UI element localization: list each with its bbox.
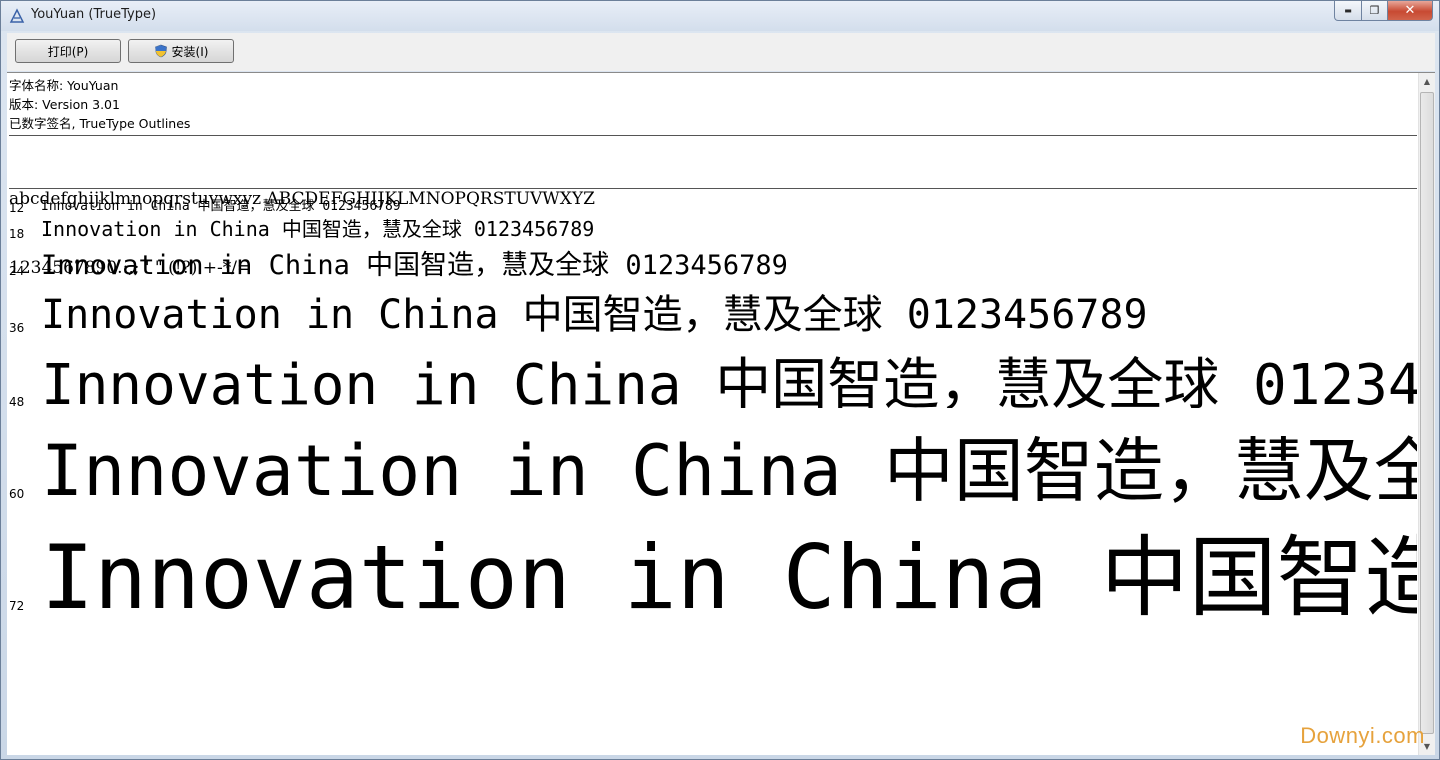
sample-row-18: 18 Innovation in China 中国智造，慧及全球 0123456… <box>7 212 1417 244</box>
size-label: 72 <box>9 599 25 613</box>
size-label: 60 <box>9 487 25 501</box>
sample-row-48: 48 Innovation in China 中国智造，慧及全球 0123456… <box>7 336 1417 408</box>
caption-buttons: ▬ ❐ ✕ <box>1334 1 1433 21</box>
font-file-icon <box>9 8 25 23</box>
sample-text: Innovation in China 中国智造，慧及全球 0123456789 <box>41 353 1417 408</box>
minimize-icon: ▬ <box>1344 6 1352 15</box>
scroll-thumb[interactable] <box>1420 92 1434 734</box>
watermark-logo: Downyi.com <box>1300 723 1425 748</box>
window-title: YouYuan (TrueType) <box>31 7 157 22</box>
sample-text: Innovation in China 中国智造，慧及全球 0123456789 <box>41 526 1417 617</box>
font-signature-line: 已数字签名, TrueType Outlines <box>9 116 191 131</box>
font-preview-area[interactable]: 字体名称: YouYuan 版本: Version 3.01 已数字签名, Tr… <box>7 72 1435 755</box>
font-info: 字体名称: YouYuan 版本: Version 3.01 已数字签名, Tr… <box>9 76 190 133</box>
sample-row-72: 72 Innovation in China 中国智造，慧及全球 0123456… <box>7 505 1417 617</box>
vertical-scrollbar[interactable]: ▲ ▼ <box>1418 73 1435 755</box>
size-label: 18 <box>9 227 25 241</box>
divider-bottom <box>9 188 1417 189</box>
sample-row-24: 24 Innovation in China 中国智造，慧及全球 0123456… <box>7 241 1417 281</box>
sample-text: Innovation in China 中国智造，慧及全球 0123456789 <box>41 217 595 241</box>
print-button[interactable]: 打印(P) <box>15 39 121 63</box>
size-label: 24 <box>9 264 25 278</box>
size-label: 48 <box>9 395 25 408</box>
close-icon: ✕ <box>1404 3 1416 18</box>
maximize-icon: ❐ <box>1369 4 1380 17</box>
font-name-line: 字体名称: YouYuan <box>9 78 119 93</box>
sample-text: Innovation in China 中国智造，慧及全球 0123456789 <box>41 250 788 281</box>
print-button-label: 打印(P) <box>47 44 89 59</box>
maximize-button[interactable]: ❐ <box>1362 1 1388 21</box>
size-label: 36 <box>9 321 25 335</box>
sample-row-36: 36 Innovation in China 中国智造，慧及全球 0123456… <box>7 280 1417 338</box>
minimize-button[interactable]: ▬ <box>1334 1 1362 21</box>
close-button[interactable]: ✕ <box>1388 1 1433 21</box>
install-button-label: 安装(I) <box>171 44 209 59</box>
divider-top <box>9 135 1417 136</box>
font-version-line: 版本: Version 3.01 <box>9 97 120 112</box>
sample-row-60: 60 Innovation in China 中国智造，慧及全球 0123456… <box>7 413 1417 505</box>
font-viewer-window: YouYuan (TrueType) ▬ ❐ ✕ 打印(P) 安装(I) 字体名… <box>0 0 1440 760</box>
sample-text: Innovation in China 中国智造，慧及全球 0123456789 <box>41 430 1417 505</box>
uac-shield-icon <box>154 44 167 58</box>
scroll-up-arrow-icon[interactable]: ▲ <box>1419 73 1435 90</box>
install-button[interactable]: 安装(I) <box>128 39 234 63</box>
title-bar[interactable]: YouYuan (TrueType) ▬ ❐ ✕ <box>1 1 1439 31</box>
toolbar: 打印(P) 安装(I) <box>7 33 1435 71</box>
sample-text: Innovation in China 中国智造，慧及全球 0123456789 <box>41 292 1148 338</box>
